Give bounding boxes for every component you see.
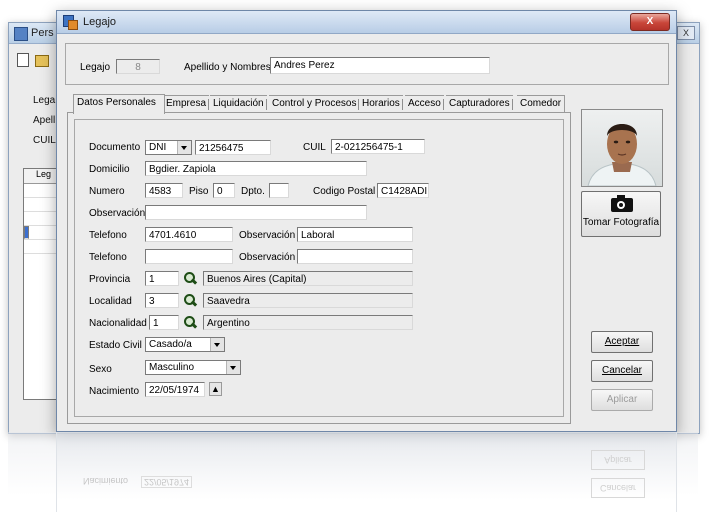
window-title: Legajo (83, 16, 117, 28)
aceptar-button[interactable]: Aceptar (591, 331, 653, 353)
open-folder-icon[interactable] (35, 55, 50, 67)
background-label-legajo: Lega (33, 95, 56, 106)
background-label-apellido: Apell (33, 115, 56, 126)
provincia-name-field: Buenos Aires (Capital) (203, 271, 413, 286)
estado-civil-label: Estado Civil (89, 340, 142, 351)
legajo-window: Legajo X Legajo 8 Apellido y Nombres And… (56, 10, 677, 432)
tab-liquidacion[interactable]: Liquidación (210, 95, 267, 113)
aplicar-button[interactable]: Aplicar (591, 389, 653, 411)
telefono-2-field[interactable] (145, 249, 233, 264)
cancelar-button[interactable]: Cancelar (591, 360, 653, 382)
observacion-field[interactable] (145, 205, 367, 220)
chevron-down-icon[interactable] (210, 338, 224, 351)
background-toolbar (17, 53, 50, 70)
domicilio-field[interactable]: Bgdier. Zapiola (145, 161, 367, 176)
new-document-icon[interactable] (17, 53, 29, 67)
provincia-search-icon[interactable] (183, 271, 198, 285)
background-close-icon[interactable]: X (677, 26, 695, 40)
nacionalidad-search-icon[interactable] (183, 315, 198, 329)
tab-empresa[interactable]: Empresa (163, 95, 210, 113)
sexo-label: Sexo (89, 364, 112, 375)
localidad-name-field: Saavedra (203, 293, 413, 308)
telefono-2-label: Telefono (89, 252, 127, 263)
legajo-label: Legajo (80, 62, 111, 73)
documento-label: Documento (89, 142, 141, 153)
close-button[interactable]: X (630, 13, 670, 31)
chevron-down-icon[interactable] (177, 141, 191, 154)
tab-panel-datos-personales: Documento DNI 21256475 CUIL 2-021256475-… (67, 112, 571, 424)
datos-personales-group: Documento DNI 21256475 CUIL 2-021256475-… (74, 119, 564, 417)
localidad-search-icon[interactable] (183, 293, 198, 307)
chevron-down-icon[interactable] (226, 361, 240, 374)
background-title: Pers (31, 27, 54, 39)
tab-acceso[interactable]: Acceso (405, 95, 444, 113)
header-group: Legajo 8 Apellido y Nombres Andres Perez (65, 43, 669, 85)
numero-label: Numero (89, 186, 125, 197)
codigo-postal-label: Codigo Postal (313, 186, 376, 197)
reflection-aplicar: Aplicar (591, 450, 645, 470)
nacionalidad-name-field: Argentino (203, 315, 413, 330)
numero-field[interactable]: 4583 (145, 183, 183, 198)
window-reflection: Nacimiento 22/05/1974 Aplicar Cancelar (56, 432, 677, 512)
background-label-cuil: CUIL (33, 135, 56, 146)
reflection-nacimiento-value: 22/05/1974 (141, 476, 193, 488)
observacion-2-field[interactable] (297, 249, 413, 264)
list-item-selected[interactable] (24, 226, 29, 239)
estado-civil-value: Casado/a (149, 339, 192, 350)
telefono-1-label: Telefono (89, 230, 127, 241)
cuil-label: CUIL (303, 142, 326, 153)
cuil-field[interactable]: 2-021256475-1 (331, 139, 425, 154)
provincia-label: Provincia (89, 274, 131, 285)
localidad-label: Localidad (89, 296, 132, 307)
person-portrait-icon (587, 124, 657, 186)
reflection-nacimiento-label: Nacimiento (83, 476, 129, 486)
nombre-label: Apellido y Nombres (184, 62, 271, 73)
observacion-2-label: Observación (239, 252, 296, 263)
telefono-1-field[interactable]: 4701.4610 (145, 227, 233, 242)
app-icon (63, 15, 78, 30)
tab-datos-personales[interactable]: Datos Personales (73, 94, 165, 114)
spin-up-icon[interactable]: ▲ (209, 382, 222, 396)
provincia-code-field[interactable]: 1 (145, 271, 179, 286)
camera-icon (611, 195, 633, 212)
dpto-label: Dpto. (241, 186, 265, 197)
background-app-icon (14, 27, 28, 41)
title-bar: Legajo X (57, 11, 676, 34)
nombre-field[interactable]: Andres Perez (270, 57, 490, 74)
reflection-cancelar: Cancelar (591, 478, 645, 498)
observacion-1-label: Observación (239, 230, 296, 241)
piso-field[interactable]: 0 (213, 183, 235, 198)
dpto-field[interactable] (269, 183, 289, 198)
codigo-postal-field[interactable]: C1428ADI (377, 183, 429, 198)
tab-comedor[interactable]: Comedor (517, 95, 566, 113)
take-photo-button[interactable]: Tomar Fotografía (581, 191, 661, 237)
nacimiento-label: Nacimiento (89, 386, 140, 397)
nacionalidad-label: Nacionalidad (89, 318, 147, 329)
documento-numero-field[interactable]: 21256475 (195, 140, 271, 155)
documento-tipo-select[interactable]: DNI (145, 140, 192, 155)
legajo-field[interactable]: 8 (116, 59, 160, 74)
documento-tipo-value: DNI (149, 142, 167, 153)
nacimiento-field[interactable]: 22/05/1974 (145, 382, 205, 397)
observacion-label: Observación (89, 208, 146, 219)
nacionalidad-code-field[interactable]: 1 (149, 315, 179, 330)
employee-photo (581, 109, 663, 187)
sexo-select[interactable]: Masculino (145, 360, 241, 375)
estado-civil-select[interactable]: Casado/a (145, 337, 225, 352)
localidad-code-field[interactable]: 3 (145, 293, 179, 308)
tab-control-procesos[interactable]: Control y Procesos (269, 95, 360, 113)
tab-horarios[interactable]: Horarios (359, 95, 403, 113)
sexo-value: Masculino (149, 362, 195, 373)
piso-label: Piso (189, 186, 209, 197)
domicilio-label: Domicilio (89, 164, 130, 175)
take-photo-label: Tomar Fotografía (582, 217, 660, 228)
observacion-1-field[interactable]: Laboral (297, 227, 413, 242)
tab-capturadores[interactable]: Capturadores (446, 95, 513, 113)
